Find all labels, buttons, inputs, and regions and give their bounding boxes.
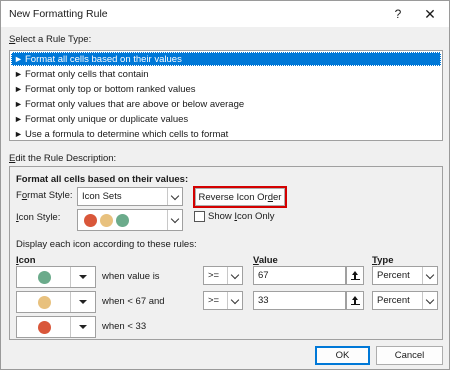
rule-arrow-icon: ► — [14, 114, 23, 124]
rule-1-type-select[interactable]: Percent — [372, 266, 438, 285]
rule-arrow-icon: ► — [14, 129, 23, 139]
format-style-select[interactable]: Icon Sets — [77, 187, 183, 206]
format-style-label: Format Style: — [16, 190, 73, 201]
green-circle-icon — [116, 214, 129, 227]
show-icon-only-checkbox[interactable] — [194, 211, 205, 222]
rule-3-condition: when < 33 — [102, 321, 147, 332]
title-bar: New Formatting Rule ? ✕ — [1, 1, 449, 27]
rule-type-item-above-below-average[interactable]: ► Format only values that are above or be… — [11, 97, 441, 111]
chevron-down-icon — [170, 191, 180, 201]
rule-type-label: Select a Rule Type: — [9, 34, 92, 45]
rule-2-operator-select[interactable]: >= — [203, 291, 243, 310]
rule-arrow-icon: ► — [14, 84, 23, 94]
rule-type-list[interactable]: ► Format all cells based on their values … — [9, 50, 443, 141]
rule-2-value-input[interactable]: 33 — [253, 291, 346, 310]
rule-1-collapse-button[interactable] — [346, 266, 364, 285]
rule-1-operator-select[interactable]: >= — [203, 266, 243, 285]
dropdown-arrow-icon — [79, 300, 87, 304]
rule-2-type-select[interactable]: Percent — [372, 291, 438, 310]
rule-2-condition: when < 67 and — [102, 296, 165, 307]
cancel-button[interactable]: Cancel — [376, 346, 443, 365]
description-heading: Format all cells based on their values: — [16, 174, 189, 185]
chevron-down-icon — [425, 270, 435, 280]
reverse-icon-order-button[interactable]: Reverse Icon Order — [193, 186, 287, 208]
icon-style-select[interactable] — [77, 209, 183, 231]
new-formatting-rule-dialog: New Formatting Rule ? ✕ Select a Rule Ty… — [0, 0, 450, 370]
green-circle-icon — [38, 271, 51, 284]
rule-2-collapse-button[interactable] — [346, 291, 364, 310]
rule-type-item-formula[interactable]: ► Use a formula to determine which cells … — [11, 127, 441, 141]
red-circle-icon — [38, 321, 51, 334]
rules-caption: Display each icon according to these rul… — [16, 239, 197, 250]
ok-button[interactable]: OK — [315, 346, 370, 365]
rule-type-item-unique-duplicate[interactable]: ► Format only unique or duplicate values — [11, 112, 441, 126]
rule-type-item-all-cells[interactable]: ► Format all cells based on their values — [11, 52, 441, 66]
chevron-down-icon — [230, 295, 240, 305]
chevron-down-icon — [425, 295, 435, 305]
rule-arrow-icon: ► — [14, 54, 23, 64]
rule-arrow-icon: ► — [14, 69, 23, 79]
rule-description-panel: Format all cells based on their values: … — [9, 166, 443, 340]
dropdown-arrow-icon — [79, 275, 87, 279]
chevron-down-icon — [230, 270, 240, 280]
rule-2-icon-select[interactable] — [16, 291, 96, 313]
icon-column-header: Icon — [16, 255, 36, 266]
show-icon-only-label[interactable]: Show Icon Only — [208, 211, 275, 222]
chevron-down-icon — [170, 214, 180, 224]
red-circle-icon — [84, 214, 97, 227]
rule-3-icon-select[interactable] — [16, 316, 96, 338]
dropdown-arrow-icon — [79, 325, 87, 329]
icon-style-label: Icon Style: — [16, 212, 61, 223]
help-button[interactable]: ? — [383, 1, 413, 27]
rule-type-item-cells-contain[interactable]: ► Format only cells that contain — [11, 67, 441, 81]
yellow-circle-icon — [38, 296, 51, 309]
rule-1-condition: when value is — [102, 271, 160, 282]
rule-1-value-input[interactable]: 67 — [253, 266, 346, 285]
close-button[interactable]: ✕ — [415, 1, 445, 27]
value-column-header: Value — [253, 255, 278, 266]
type-column-header: Type — [372, 255, 394, 266]
rule-description-label: Edit the Rule Description: — [9, 153, 117, 164]
yellow-circle-icon — [100, 214, 113, 227]
rule-arrow-icon: ► — [14, 99, 23, 109]
dialog-title: New Formatting Rule — [9, 8, 108, 20]
rule-1-icon-select[interactable] — [16, 266, 96, 288]
rule-type-item-top-bottom[interactable]: ► Format only top or bottom ranked values — [11, 82, 441, 96]
